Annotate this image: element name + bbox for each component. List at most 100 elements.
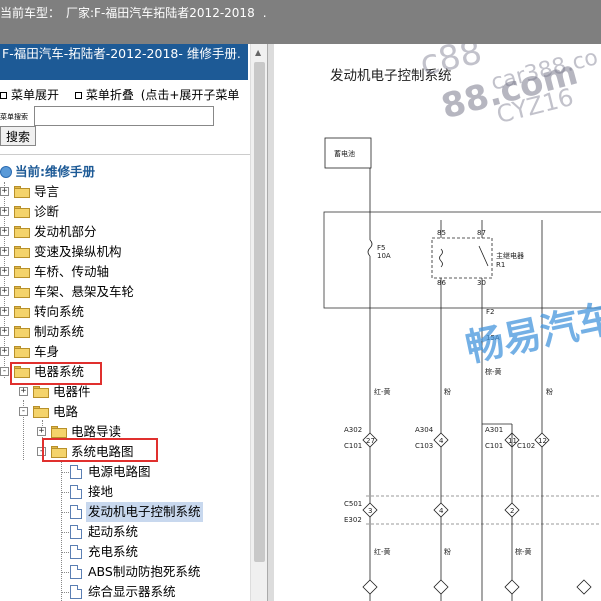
tree-item-label: 变速及操纵机构: [34, 244, 122, 259]
tree-item-label: 制动系统: [34, 324, 85, 339]
vehicle-model-tail: .: [262, 6, 267, 20]
connector-pin: 27: [366, 437, 375, 445]
expand-toggle[interactable]: +: [0, 227, 9, 236]
tree-item-label: 车桥、传动轴: [34, 264, 110, 279]
collapse-icon[interactable]: [74, 92, 82, 99]
scrollbar-thumb[interactable]: [254, 62, 265, 562]
connector-label: A304: [415, 426, 434, 434]
expand-toggle[interactable]: +: [0, 267, 9, 276]
relay-id: R1: [496, 261, 505, 269]
menu-scrollbar[interactable]: ▲: [250, 44, 267, 601]
connector-label: C101: [485, 442, 503, 450]
scroll-up-icon[interactable]: ▲: [255, 48, 261, 57]
connector-symbol: [433, 579, 449, 595]
wire-color-label: 粉: [546, 387, 553, 396]
folder-icon: [33, 386, 49, 398]
folder-open-icon: [33, 406, 49, 418]
collapse-toggle[interactable]: -: [19, 407, 28, 416]
document-viewer: 发动机电子控制系统 蓄电池 F5 10A 85 87 86 30 主继电器 R1: [268, 44, 601, 601]
tree-guide: [61, 460, 62, 601]
relay-pin-87: 87: [477, 229, 486, 237]
menu-expand-link[interactable]: 菜单展开: [11, 88, 59, 102]
expand-toggle[interactable]: +: [0, 307, 9, 316]
divider: [0, 154, 250, 155]
expand-toggle[interactable]: +: [0, 207, 9, 216]
expand-toggle[interactable]: +: [37, 427, 46, 436]
search-label: 菜单搜索: [0, 113, 28, 121]
connector-label: A301: [485, 426, 503, 434]
relay-label: 主继电器: [496, 251, 524, 260]
circuit-diagram-page: 发动机电子控制系统 蓄电池 F5 10A 85 87 86 30 主继电器 R1: [274, 44, 601, 601]
connector-pin: 4: [439, 507, 444, 515]
folder-icon: [14, 226, 30, 238]
document-icon: [70, 525, 82, 539]
tree-item-label: 接地: [88, 484, 114, 499]
tree-item-label: 电源电路图: [88, 464, 151, 479]
tree-item-label: 诊断: [34, 204, 60, 219]
expand-toggle[interactable]: +: [0, 347, 9, 356]
connector-label: C103: [415, 442, 433, 450]
expand-toggle[interactable]: +: [19, 387, 28, 396]
folder-icon: [14, 246, 30, 258]
tree-item-label: 综合显示器系统: [88, 584, 176, 599]
connector-pin: 11: [508, 437, 517, 445]
document-icon: [70, 565, 82, 579]
connector-symbol: [362, 579, 378, 595]
relay-switch: [478, 245, 489, 267]
connector-pin: 12: [538, 437, 547, 445]
vehicle-model-label: 当前车型：: [0, 6, 61, 20]
vehicle-model-bar: 当前车型： 厂家:F-福田汽车拓陆者2012-2018.: [0, 0, 601, 44]
connector-label: A302: [344, 426, 362, 434]
tree-item-label: 车身: [34, 344, 60, 359]
connector-pin: 2: [510, 507, 514, 515]
connector-label: E302: [344, 516, 362, 524]
wire-color-label: 粉: [444, 547, 451, 556]
folder-icon: [51, 426, 67, 438]
menu-panel: F-福田汽车-拓陆者-2012-2018- 维修手册. 菜单展开 菜单折叠 (点…: [0, 44, 268, 601]
tree-item-label: 电路: [53, 404, 79, 419]
folder-icon: [14, 286, 30, 298]
tree-item-label: 车架、悬架及车轮: [34, 284, 135, 299]
document-icon: [70, 485, 82, 499]
tree-item-label: 发动机电子控制系统: [86, 502, 203, 522]
document-icon: [70, 505, 82, 519]
fuse-box-outline: [323, 211, 601, 309]
connector-label: C501: [344, 500, 362, 508]
relay-pin-85: 85: [437, 229, 446, 237]
connector-pin: 4: [439, 437, 444, 445]
expand-icon[interactable]: [0, 92, 7, 99]
wire-color-label: 红-黄: [374, 387, 391, 396]
relay-pin-30: 30: [477, 279, 486, 287]
expand-toggle[interactable]: +: [0, 187, 9, 196]
collapse-toggle[interactable]: -: [0, 367, 9, 376]
expand-toggle[interactable]: +: [0, 287, 9, 296]
document-icon: [70, 545, 82, 559]
tree-item-label: 充电系统: [88, 544, 139, 559]
expand-toggle[interactable]: +: [0, 327, 9, 336]
folder-icon: [14, 326, 30, 338]
relay-box: [431, 237, 493, 279]
connector-symbol: [576, 579, 592, 595]
connector-label: C101: [344, 442, 362, 450]
menu-collapse-link[interactable]: 菜单折叠: [86, 88, 134, 102]
globe-icon: [0, 166, 12, 178]
tree-root-label: 当前:维修手册: [15, 164, 95, 179]
expand-toggle[interactable]: +: [0, 247, 9, 256]
vehicle-model-value: 厂家:F-福田汽车拓陆者2012-2018: [66, 6, 255, 20]
document-icon: [70, 465, 82, 479]
tree-item-label: 导言: [34, 184, 60, 199]
menu-search-input[interactable]: [34, 106, 214, 126]
search-button[interactable]: 搜索: [0, 126, 36, 146]
collapse-hint: (点击+展开子菜单: [140, 88, 240, 102]
menu-controls: 菜单展开 菜单折叠 (点击+展开子菜单: [0, 86, 250, 104]
folder-icon: [14, 206, 30, 218]
battery-label: 蓄电池: [334, 149, 355, 158]
highlight-box: [42, 438, 158, 462]
wire-color-label: 棕-黄: [515, 547, 532, 556]
fuse-f5-rating: 10A: [377, 252, 391, 260]
folder-icon: [14, 306, 30, 318]
folder-icon: [14, 186, 30, 198]
connector-symbol: [504, 579, 520, 595]
connector-pin: 3: [368, 507, 372, 515]
manual-title: F-福田汽车-拓陆者-2012-2018- 维修手册.: [0, 44, 248, 80]
